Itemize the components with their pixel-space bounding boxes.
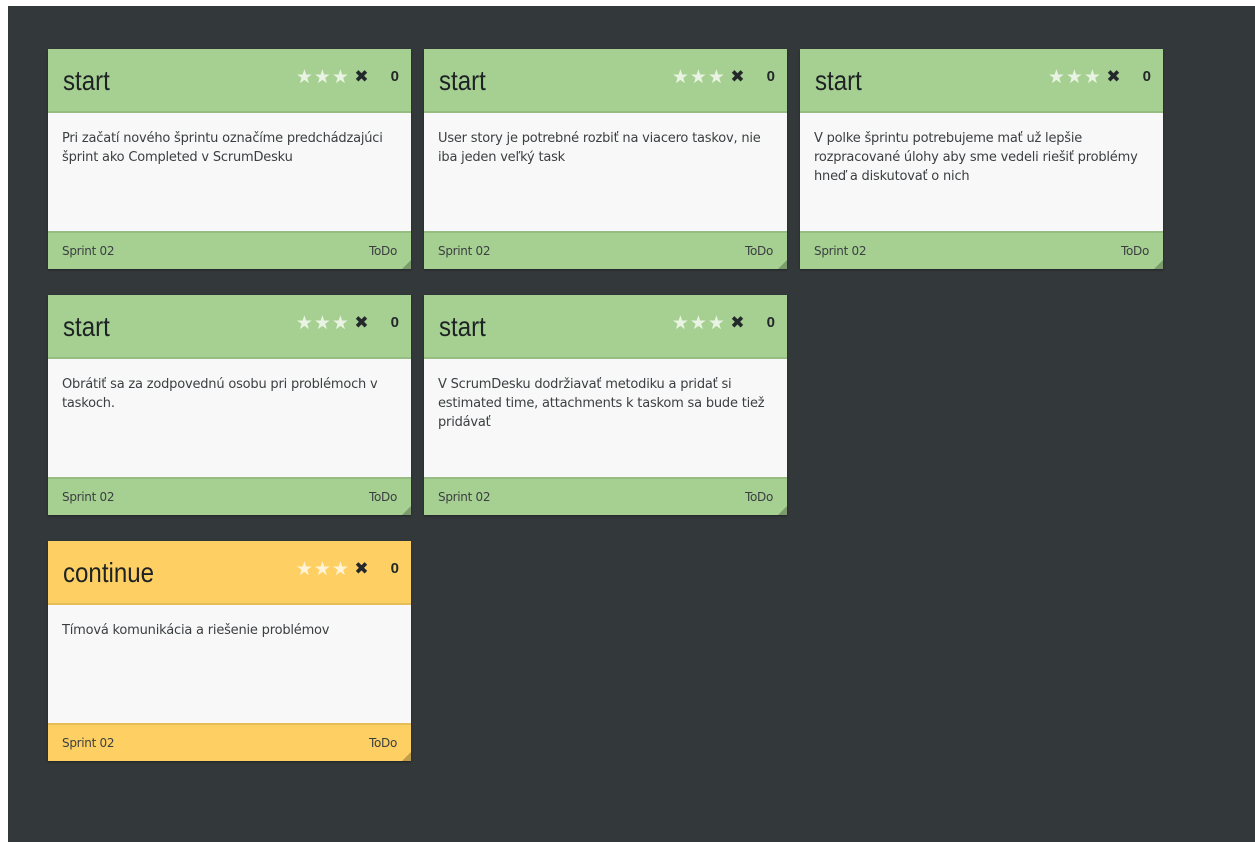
star-rating[interactable]: ★ ★ ★ (294, 67, 350, 87)
card-header: start ★ ★ ★ ✖ 0 (424, 295, 787, 359)
card-footer: Sprint 02 ToDo (48, 477, 411, 515)
star-icon[interactable]: ★ (670, 67, 690, 87)
star-icon[interactable]: ★ (706, 67, 726, 87)
card-footer: Sprint 02 ToDo (48, 231, 411, 269)
star-icon[interactable]: ★ (330, 313, 350, 333)
card-text: Obrátiť sa za zodpovednú osobu pri probl… (62, 377, 378, 411)
status-label: ToDo (368, 244, 397, 258)
sprint-label: Sprint 02 (438, 244, 491, 258)
card-footer: Sprint 02 ToDo (424, 477, 787, 515)
star-rating[interactable]: ★ ★ ★ (294, 559, 350, 579)
star-icon[interactable]: ★ (312, 67, 332, 87)
vote-count: 0 (766, 314, 775, 331)
card-header: start ★ ★ ★ ✖ 0 (48, 49, 411, 113)
card-title: start (439, 311, 486, 342)
card-controls: ★ ★ ★ ✖ 0 (670, 67, 775, 87)
card[interactable]: start ★ ★ ★ ✖ 0 User story je potrebné r… (424, 49, 787, 269)
sprint-label: Sprint 02 (438, 490, 491, 504)
card-title: continue (63, 557, 155, 588)
close-icon[interactable]: ✖ (730, 313, 744, 333)
star-icon[interactable]: ★ (688, 67, 708, 87)
retrospective-board: start ★ ★ ★ ✖ 0 Pri začatí nového šprint… (8, 6, 1255, 842)
close-icon[interactable]: ✖ (354, 313, 368, 333)
resize-handle[interactable] (402, 506, 411, 515)
star-rating[interactable]: ★ ★ ★ (670, 313, 726, 333)
sprint-label: Sprint 02 (814, 244, 867, 258)
card-text: V polke šprintu potrebujeme mať už lepši… (814, 131, 1138, 184)
star-rating[interactable]: ★ ★ ★ (1046, 67, 1102, 87)
card[interactable]: start ★ ★ ★ ✖ 0 V polke šprintu potrebuj… (800, 49, 1163, 269)
sprint-label: Sprint 02 (62, 736, 115, 750)
close-icon[interactable]: ✖ (354, 67, 368, 87)
close-icon[interactable]: ✖ (354, 559, 368, 579)
card-text: V ScrumDesku dodržiavať metodiku a prida… (438, 377, 765, 430)
star-icon[interactable]: ★ (294, 313, 314, 333)
card-footer: Sprint 02 ToDo (424, 231, 787, 269)
star-rating[interactable]: ★ ★ ★ (670, 67, 726, 87)
close-icon[interactable]: ✖ (730, 67, 744, 87)
card-controls: ★ ★ ★ ✖ 0 (294, 559, 399, 579)
card-footer: Sprint 02 ToDo (48, 723, 411, 761)
card-footer: Sprint 02 ToDo (800, 231, 1163, 269)
vote-count: 0 (766, 68, 775, 85)
status-label: ToDo (744, 490, 773, 504)
status-label: ToDo (744, 244, 773, 258)
card-title: start (63, 65, 110, 96)
vote-count: 0 (390, 314, 399, 331)
card-controls: ★ ★ ★ ✖ 0 (1046, 67, 1151, 87)
card-header: start ★ ★ ★ ✖ 0 (800, 49, 1163, 113)
status-label: ToDo (1120, 244, 1149, 258)
resize-handle[interactable] (1154, 260, 1163, 269)
resize-handle[interactable] (778, 260, 787, 269)
card-text: Pri začatí nového šprintu označíme predc… (62, 131, 383, 165)
star-rating[interactable]: ★ ★ ★ (294, 313, 350, 333)
card-title: start (63, 311, 110, 342)
card-header: start ★ ★ ★ ✖ 0 (48, 295, 411, 359)
sprint-label: Sprint 02 (62, 490, 115, 504)
card-controls: ★ ★ ★ ✖ 0 (294, 313, 399, 333)
vote-count: 0 (390, 560, 399, 577)
resize-handle[interactable] (778, 506, 787, 515)
star-icon[interactable]: ★ (312, 559, 332, 579)
card-title: start (439, 65, 486, 96)
sprint-label: Sprint 02 (62, 244, 115, 258)
card[interactable]: start ★ ★ ★ ✖ 0 Pri začatí nového šprint… (48, 49, 411, 269)
card-header: start ★ ★ ★ ✖ 0 (424, 49, 787, 113)
card-text: User story je potrebné rozbiť na viacero… (438, 131, 761, 165)
star-icon[interactable]: ★ (688, 313, 708, 333)
vote-count: 0 (1142, 68, 1151, 85)
card-controls: ★ ★ ★ ✖ 0 (670, 313, 775, 333)
star-icon[interactable]: ★ (1082, 67, 1102, 87)
card-header: continue ★ ★ ★ ✖ 0 (48, 541, 411, 605)
card[interactable]: continue ★ ★ ★ ✖ 0 Tímová komunikácia a … (48, 541, 411, 761)
star-icon[interactable]: ★ (294, 67, 314, 87)
star-icon[interactable]: ★ (330, 67, 350, 87)
star-icon[interactable]: ★ (1046, 67, 1066, 87)
resize-handle[interactable] (402, 260, 411, 269)
star-icon[interactable]: ★ (312, 313, 332, 333)
status-label: ToDo (368, 490, 397, 504)
card[interactable]: start ★ ★ ★ ✖ 0 Obrátiť sa za zodpovednú… (48, 295, 411, 515)
star-icon[interactable]: ★ (330, 559, 350, 579)
card-title: start (815, 65, 862, 96)
star-icon[interactable]: ★ (706, 313, 726, 333)
close-icon[interactable]: ✖ (1106, 67, 1120, 87)
card-controls: ★ ★ ★ ✖ 0 (294, 67, 399, 87)
card[interactable]: start ★ ★ ★ ✖ 0 V ScrumDesku dodržiavať … (424, 295, 787, 515)
star-icon[interactable]: ★ (670, 313, 690, 333)
resize-handle[interactable] (402, 752, 411, 761)
status-label: ToDo (368, 736, 397, 750)
star-icon[interactable]: ★ (294, 559, 314, 579)
vote-count: 0 (390, 68, 399, 85)
card-text: Tímová komunikácia a riešenie problémov (62, 623, 330, 638)
star-icon[interactable]: ★ (1064, 67, 1084, 87)
